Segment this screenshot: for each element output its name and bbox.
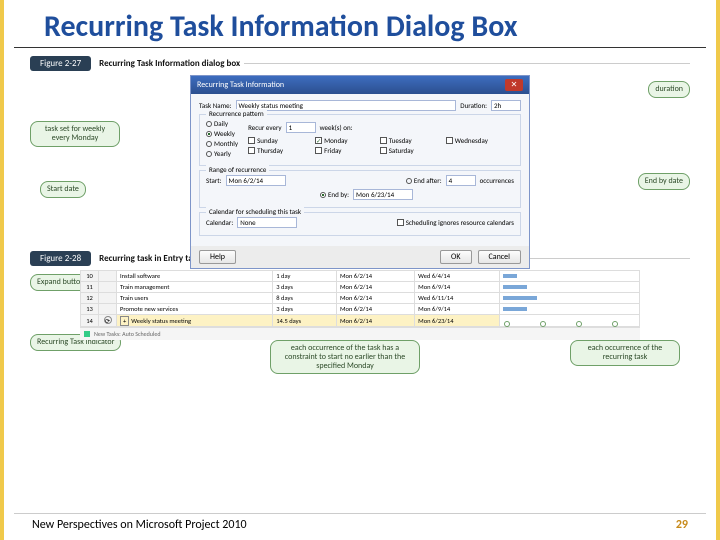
callout-start-date: Start date bbox=[40, 181, 86, 198]
start-cell: Mon 6/2/14 bbox=[336, 315, 414, 327]
calendar-section-label: Calendar for scheduling this task bbox=[206, 207, 304, 216]
start-date-input[interactable]: Mon 6/2/14 bbox=[226, 175, 286, 186]
figure-1-title: Recurring Task Information dialog box bbox=[99, 58, 240, 69]
row-number: 13 bbox=[81, 304, 99, 315]
figure-2-tag: Figure 2-28 bbox=[30, 251, 91, 266]
status-icon bbox=[84, 331, 90, 337]
radio-end-after[interactable]: End after: bbox=[406, 176, 442, 185]
radio-end-by[interactable]: End by: bbox=[320, 190, 349, 199]
callout-constraint: each occurrence of the task has a constr… bbox=[270, 340, 420, 374]
table-row[interactable]: 14⟳+Weekly status meeting14.5 daysMon 6/… bbox=[81, 315, 640, 327]
recurrence-section-label: Recurrence pattern bbox=[206, 109, 267, 118]
task-name-input[interactable]: Weekly status meeting bbox=[236, 100, 457, 111]
recur-every-input[interactable]: 1 bbox=[286, 122, 316, 133]
duration-cell: 1 day bbox=[273, 271, 337, 282]
task-name-cell: Train users bbox=[117, 293, 273, 304]
duration-input[interactable]: 2h bbox=[491, 100, 521, 111]
start-cell: Mon 6/2/14 bbox=[336, 271, 414, 282]
indicator-cell bbox=[99, 304, 117, 315]
check-wednesday[interactable]: Wednesday bbox=[446, 136, 514, 145]
footer-text: New Perspectives on Microsoft Project 20… bbox=[32, 518, 247, 532]
gantt-cell bbox=[500, 282, 640, 293]
task-name-cell: Install software bbox=[117, 271, 273, 282]
dialog-title: Recurring Task Information bbox=[197, 80, 284, 90]
callout-end-by: End by date bbox=[638, 173, 690, 190]
check-thursday[interactable]: Thursday bbox=[248, 146, 309, 155]
start-cell: Mon 6/2/14 bbox=[336, 304, 414, 315]
callout-duration: duration bbox=[648, 81, 690, 98]
help-button[interactable]: Help bbox=[199, 250, 236, 264]
row-number: 11 bbox=[81, 282, 99, 293]
calendar-label: Calendar: bbox=[206, 218, 233, 227]
row-number: 10 bbox=[81, 271, 99, 282]
entry-table: 10Install software1 dayMon 6/2/14Wed 6/4… bbox=[80, 270, 640, 327]
duration-cell: 14.5 days bbox=[273, 315, 337, 327]
row-number: 12 bbox=[81, 293, 99, 304]
recurring-icon: ⟳ bbox=[104, 316, 112, 324]
recur-every-label-b: week(s) on: bbox=[320, 123, 353, 132]
callout-weekly: task set for weekly every Monday bbox=[30, 121, 120, 147]
duration-cell: 3 days bbox=[273, 282, 337, 293]
recur-every-label-a: Recur every bbox=[248, 123, 282, 132]
dialog-titlebar: Recurring Task Information ✕ bbox=[191, 76, 529, 94]
finish-cell: Mon 6/9/14 bbox=[415, 304, 500, 315]
figure-2-title: Recurring task in Entry table bbox=[99, 253, 204, 264]
figure-1-caption: Figure 2-27 Recurring Task Information d… bbox=[30, 56, 690, 71]
indicator-cell bbox=[99, 282, 117, 293]
start-label: Start: bbox=[206, 176, 222, 185]
slide-title: Recurring Task Information Dialog Box bbox=[14, 0, 706, 48]
gantt-cell bbox=[500, 293, 640, 304]
start-cell: Mon 6/2/14 bbox=[336, 293, 414, 304]
task-name-cell: Promote new services bbox=[117, 304, 273, 315]
radio-monthly[interactable]: Monthly bbox=[206, 139, 238, 148]
callout-occurrence: each occurrence of the recurring task bbox=[570, 340, 680, 366]
close-icon[interactable]: ✕ bbox=[505, 79, 523, 91]
table-row[interactable]: 10 Install software1 dayMon 6/2/14Wed 6/4… bbox=[81, 271, 640, 282]
radio-weekly[interactable]: Weekly bbox=[206, 129, 238, 138]
finish-cell: Wed 6/4/14 bbox=[415, 271, 500, 282]
duration-cell: 8 days bbox=[273, 293, 337, 304]
ok-button[interactable]: OK bbox=[440, 250, 471, 264]
table-row[interactable]: 13 Promote new services3 daysMon 6/2/14Mo… bbox=[81, 304, 640, 315]
indicator-cell bbox=[99, 271, 117, 282]
gantt-cell bbox=[500, 315, 640, 327]
duration-label: Duration: bbox=[460, 101, 487, 110]
gantt-cell bbox=[500, 304, 640, 315]
range-section-label: Range of recurrence bbox=[206, 165, 269, 174]
status-text: New Tasks: Auto Scheduled bbox=[94, 330, 160, 338]
row-number: 14 bbox=[81, 315, 99, 327]
page-number: 29 bbox=[676, 518, 688, 532]
occurrences-label: occurrences bbox=[480, 176, 514, 185]
gantt-cell bbox=[500, 271, 640, 282]
end-after-input[interactable]: 4 bbox=[446, 175, 476, 186]
expand-icon[interactable]: + bbox=[120, 316, 129, 326]
task-name-cell: +Weekly status meeting bbox=[117, 315, 273, 327]
finish-cell: Mon 6/9/14 bbox=[415, 282, 500, 293]
status-bar: New Tasks: Auto Scheduled bbox=[80, 327, 640, 340]
calendar-select[interactable]: None bbox=[237, 217, 297, 228]
end-by-input[interactable]: Mon 6/23/14 bbox=[353, 189, 413, 200]
indicator-cell: ⟳ bbox=[99, 315, 117, 327]
radio-yearly[interactable]: Yearly bbox=[206, 149, 238, 158]
radio-daily[interactable]: Daily bbox=[206, 119, 238, 128]
table-row[interactable]: 11 Train management3 daysMon 6/2/14Mon 6/… bbox=[81, 282, 640, 293]
table-row[interactable]: 12 Train users8 daysMon 6/2/14Wed 6/11/14 bbox=[81, 293, 640, 304]
task-name-cell: Train management bbox=[117, 282, 273, 293]
check-sunday[interactable]: Sunday bbox=[248, 136, 309, 145]
finish-cell: Mon 6/23/14 bbox=[415, 315, 500, 327]
check-ignore-calendars[interactable]: Scheduling ignores resource calendars bbox=[397, 218, 514, 227]
cancel-button[interactable]: Cancel bbox=[478, 250, 522, 264]
indicator-cell bbox=[99, 293, 117, 304]
finish-cell: Wed 6/11/14 bbox=[415, 293, 500, 304]
recurring-task-dialog: Recurring Task Information ✕ Task Name: … bbox=[190, 75, 530, 269]
start-cell: Mon 6/2/14 bbox=[336, 282, 414, 293]
duration-cell: 3 days bbox=[273, 304, 337, 315]
check-tuesday[interactable]: Tuesday bbox=[380, 136, 440, 145]
check-monday[interactable]: ✓Monday bbox=[315, 136, 374, 145]
figure-1-tag: Figure 2-27 bbox=[30, 56, 91, 71]
check-friday[interactable]: Friday bbox=[315, 146, 374, 155]
check-saturday[interactable]: Saturday bbox=[380, 146, 440, 155]
